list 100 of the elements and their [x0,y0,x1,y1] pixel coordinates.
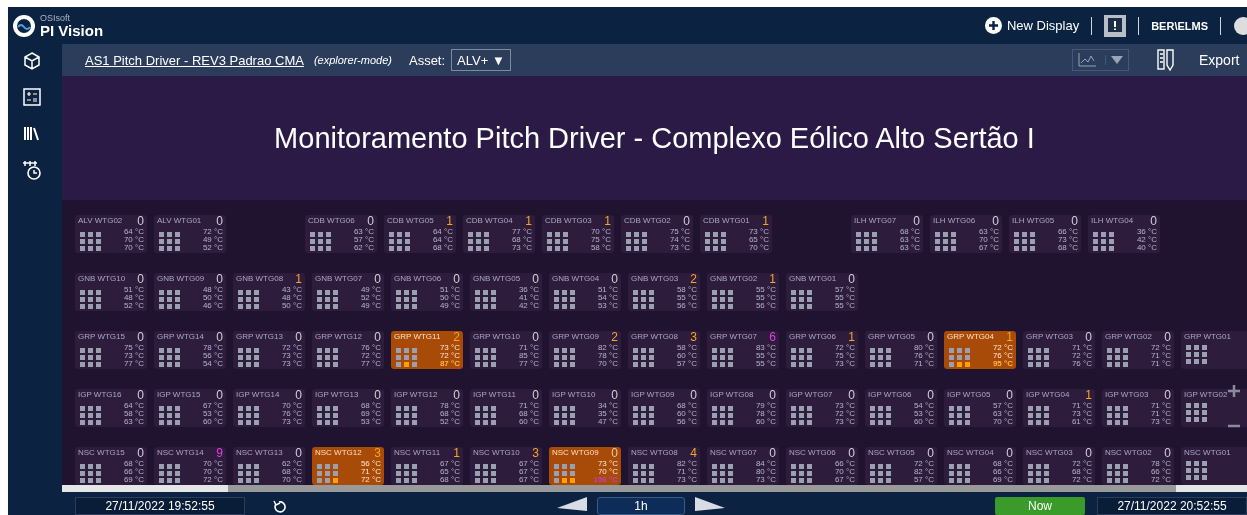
turbine-tile[interactable]: GRP WTG02 0 72 °C 71 °C 71 °C [1102,331,1174,369]
turbine-tile[interactable]: GNB WTG07 0 49 °C 52 °C 49 °C [312,273,384,311]
turbine-name: NSC WTG01 [1184,448,1231,458]
scrollbar-thumb[interactable] [227,485,1176,492]
turbine-tile[interactable]: ILH WTG05 0 66 °C 73 °C 68 °C [1009,215,1081,253]
turbine-tile[interactable]: GRP WTG13 0 72 °C 73 °C 73 °C [233,331,305,369]
turbine-tile[interactable]: NSC WTG09 0 73 °C 70 °C 156 °C [549,447,621,485]
turbine-tile[interactable]: ALV WTG02 0 64 °C 70 °C 70 °C [75,215,147,253]
alert-icon[interactable] [1104,14,1127,37]
next-arrow-icon[interactable] [695,497,725,511]
cube-icon[interactable] [23,52,41,70]
turbine-tile[interactable]: NSC WTG07 0 84 °C 80 °C 73 °C [707,447,779,485]
turbine-tile[interactable]: NSC WTG14 9 70 °C 70 °C 72 °C [154,447,226,485]
refresh-icon[interactable] [273,500,287,514]
now-button[interactable]: Now [995,497,1085,515]
turbine-tile[interactable]: ALV WTG01 0 72 °C 49 °C 52 °C [154,215,226,253]
turbine-tile[interactable]: NSC WTG01 [1181,447,1247,485]
turbine-tile[interactable]: GRP WTG11 2 73 °C 72 °C 87 °C [391,331,463,369]
turbine-tile[interactable]: GRP WTG12 0 76 °C 72 °C 77 °C [312,331,384,369]
turbine-tile[interactable]: GNB WTG08 1 43 °C 48 °C 50 °C [233,273,305,311]
temperature-reading: 35 °C [597,410,618,418]
asset-dropdown[interactable]: ALV+ ▼ [451,49,511,71]
turbine-tile[interactable]: IGP WTG16 0 64 °C 58 °C 63 °C [75,389,147,427]
temperature-reading: 57 °C [992,402,1013,410]
turbine-tile[interactable]: GRP WTG10 0 71 °C 85 °C 77 °C [470,331,542,369]
turbine-tile[interactable]: IGP WTG05 0 57 °C 63 °C 70 °C [944,389,1016,427]
display-link[interactable]: AS1 Pitch Driver - REV3 Padrao CMA [85,52,304,68]
turbine-tile[interactable]: IGP WTG08 0 79 °C 78 °C 60 °C [707,389,779,427]
turbine-tile[interactable]: GRP WTG05 0 80 °C 76 °C 71 °C [865,331,937,369]
turbine-tile[interactable]: GRP WTG09 2 82 °C 78 °C 70 °C [549,331,621,369]
turbine-tile[interactable]: IGP WTG09 0 68 °C 60 °C 56 °C [628,389,700,427]
turbine-tile[interactable]: IGP WTG03 0 71 °C 71 °C 73 °C [1102,389,1174,427]
indicator-grid-drawing [473,289,499,310]
turbine-tile[interactable]: GNB WTG05 0 36 °C 41 °C 42 °C [470,273,542,311]
trend-button[interactable] [1072,49,1129,71]
turbine-tile[interactable]: IGP WTG10 0 34 °C 35 °C 47 °C [549,389,621,427]
turbine-tile[interactable]: NSC WTG08 4 82 °C 71 °C 73 °C [628,447,700,485]
turbine-tile[interactable]: GRP WTG08 3 58 °C 60 °C 57 °C [628,331,700,369]
turbine-tile[interactable]: NSC WTG02 0 78 °C 66 °C 72 °C [1102,447,1174,485]
turbine-tile[interactable]: ILH WTG06 0 63 °C 70 °C 67 °C [930,215,1002,253]
user-name[interactable]: BER\ELMS [1151,19,1208,32]
duration-field[interactable]: 1h [597,497,685,515]
turbine-tile[interactable]: GRP WTG04 1 72 °C 76 °C 95 °C [944,331,1016,369]
turbine-tile[interactable]: GNB WTG06 0 51 °C 50 °C 49 °C [391,273,463,311]
new-display-button[interactable]: New Display [984,17,1080,34]
temperature-reading: 70 °C [123,244,144,252]
turbine-tile[interactable]: CDB WTG06 0 63 °C 57 °C 62 °C [305,215,377,253]
turbine-tile[interactable]: GNB WTG10 0 51 °C 48 °C 52 °C [75,273,147,311]
turbine-tile[interactable]: IGP WTG04 1 71 °C 73 °C 61 °C [1023,389,1095,427]
turbine-tile[interactable]: IGP WTG13 0 68 °C 69 °C 53 °C [312,389,384,427]
turbine-tile[interactable]: GNB WTG01 0 57 °C 55 °C 55 °C [786,273,858,311]
turbine-tile[interactable]: GRP WTG07 6 83 °C 55 °C 55 °C [707,331,779,369]
turbine-tile[interactable]: CDB WTG02 0 75 °C 74 °C 73 °C [621,215,693,253]
turbine-tile[interactable]: NSC WTG05 0 72 °C 82 °C 57 °C [865,447,937,485]
turbine-tile[interactable]: NSC WTG03 0 72 °C 68 °C 72 °C [1023,447,1095,485]
turbine-name: GNB WTG08 [236,274,284,284]
turbine-name: ILH WTG07 [854,216,897,226]
turbine-tile[interactable]: IGP WTG12 0 78 °C 68 °C 52 °C [391,389,463,427]
turbine-tile[interactable]: GRP WTG15 0 75 °C 73 °C 77 °C [75,331,147,369]
temperature-reading: 68 °C [281,468,302,476]
turbine-tile[interactable]: IGP WTG15 0 67 °C 53 °C 60 °C [154,389,226,427]
turbine-tile[interactable]: NSC WTG13 0 62 °C 68 °C 70 °C [233,447,305,485]
turbine-tile[interactable]: GRP WTG01 [1181,331,1247,369]
turbine-tile[interactable]: CDB WTG03 1 70 °C 75 °C 58 °C [542,215,614,253]
export-button[interactable]: Export [1199,52,1247,68]
turbine-tile[interactable]: ILH WTG07 0 68 °C 63 °C 63 °C [851,215,923,253]
turbine-tile[interactable]: IGP WTG14 0 70 °C 76 °C 73 °C [233,389,305,427]
turbine-tile[interactable]: IGP WTG11 0 71 °C 68 °C 60 °C [470,389,542,427]
turbine-tile[interactable]: CDB WTG05 1 64 °C 64 °C 68 °C [384,215,456,253]
turbine-tile[interactable]: NSC WTG15 0 68 °C 66 °C 69 °C [75,447,147,485]
turbine-tile[interactable]: NSC WTG11 1 67 °C 65 °C 68 °C [391,447,463,485]
turbine-tile[interactable]: GNB WTG09 0 48 °C 50 °C 46 °C [154,273,226,311]
zoom-out-icon[interactable] [1227,424,1241,428]
previous-arrow-icon[interactable] [557,497,587,511]
turbine-tile[interactable]: NSC WTG12 3 56 °C 71 °C 72 °C [312,447,384,485]
turbine-tile[interactable]: CDB WTG04 1 77 °C 68 °C 73 °C [463,215,535,253]
turbine-tile[interactable]: NSC WTG06 0 66 °C 70 °C 67 °C [786,447,858,485]
turbine-tile[interactable]: CDB WTG01 1 73 °C 65 °C 70 °C [700,215,772,253]
turbine-tile[interactable]: IGP WTG02 [1181,389,1247,427]
turbine-tile[interactable]: GNB WTG02 1 55 °C 55 °C 56 °C [707,273,779,311]
start-time-field[interactable]: 27/11/2022 19:52:55 [75,497,245,515]
library-icon[interactable] [23,124,41,142]
turbine-tile[interactable]: GNB WTG03 2 58 °C 55 °C 56 °C [628,273,700,311]
end-time-field[interactable]: 27/11/2022 20:52:55 [1097,497,1247,515]
calculator-icon[interactable] [23,88,41,106]
turbine-tile[interactable]: GNB WTG04 0 51 °C 54 °C 53 °C [549,273,621,311]
turbine-tile[interactable]: NSC WTG04 0 68 °C 66 °C 69 °C [944,447,1016,485]
turbine-tile[interactable]: NSC WTG10 3 67 °C 67 °C 67 °C [470,447,542,485]
zoom-in-icon[interactable] [1227,384,1241,398]
turbine-tile[interactable]: ILH WTG04 0 36 °C 42 °C 40 °C [1088,215,1160,253]
timer-icon[interactable] [22,160,42,180]
turbine-tile[interactable]: IGP WTG07 0 73 °C 72 °C 73 °C [786,389,858,427]
turbine-tile[interactable]: GRP WTG06 1 72 °C 75 °C 73 °C [786,331,858,369]
turbine-tile[interactable]: GRP WTG14 0 78 °C 56 °C 54 °C [154,331,226,369]
turbine-tile[interactable]: GRP WTG03 0 71 °C 72 °C 76 °C [1023,331,1095,369]
indicator-grid-drawing [78,347,104,368]
alarm-count: 0 [295,448,302,459]
ruler-pencil-icon[interactable] [1157,49,1175,71]
turbine-tile[interactable]: IGP WTG06 0 54 °C 53 °C 60 °C [865,389,937,427]
help-icon[interactable] [1233,15,1247,36]
